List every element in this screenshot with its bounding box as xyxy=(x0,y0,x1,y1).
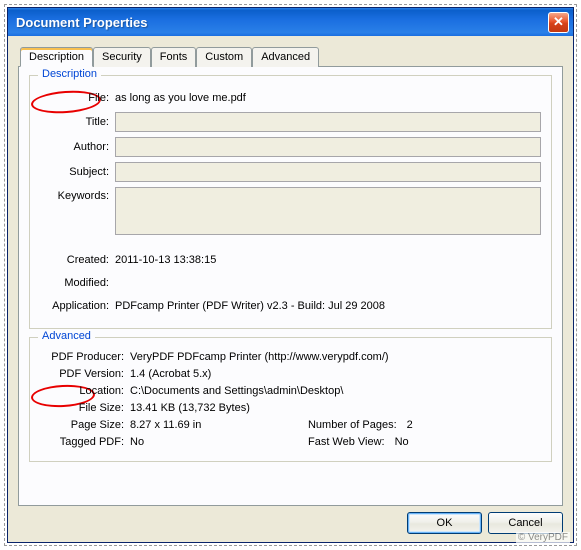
label-created: Created: xyxy=(40,254,115,266)
value-version: 1.4 (Acrobat 5.x) xyxy=(130,368,541,380)
value-fastweb: No xyxy=(391,436,411,448)
cancel-button[interactable]: Cancel xyxy=(488,512,563,534)
label-location: Location: xyxy=(40,385,130,397)
label-author: Author: xyxy=(40,141,115,153)
value-filesize: 13.41 KB (13,732 Bytes) xyxy=(130,402,541,414)
label-modified: Modified: xyxy=(40,277,115,289)
value-file: as long as you love me.pdf xyxy=(115,92,541,104)
window-title: Document Properties xyxy=(16,15,147,30)
title-field[interactable] xyxy=(115,112,541,132)
label-producer: PDF Producer: xyxy=(40,351,130,363)
value-numpages: 2 xyxy=(403,419,423,431)
label-tagged: Tagged PDF: xyxy=(40,436,130,448)
label-title: Title: xyxy=(40,116,115,128)
label-numpages: Number of Pages: xyxy=(308,419,403,431)
document-properties-window: Document Properties ✕ Description Securi… xyxy=(7,7,574,543)
label-pagesize: Page Size: xyxy=(40,419,130,431)
tab-advanced[interactable]: Advanced xyxy=(252,47,319,67)
label-file: File: xyxy=(40,92,115,104)
value-pagesize: 8.27 x 11.69 in xyxy=(130,419,308,431)
label-filesize: File Size: xyxy=(40,402,130,414)
label-subject: Subject: xyxy=(40,166,115,178)
label-fastweb: Fast Web View: xyxy=(308,436,391,448)
watermark-text: © VeryPDF xyxy=(516,532,570,543)
tab-panel-description: Description File: as long as you love me… xyxy=(18,66,563,506)
titlebar[interactable]: Document Properties ✕ xyxy=(8,8,573,36)
subject-field[interactable] xyxy=(115,162,541,182)
value-tagged: No xyxy=(130,436,308,448)
groupbox-title-advanced: Advanced xyxy=(38,330,95,342)
value-producer: VeryPDF PDFcamp Printer (http://www.very… xyxy=(130,351,541,363)
label-application: Application: xyxy=(40,300,115,312)
ok-button[interactable]: OK xyxy=(407,512,482,534)
author-field[interactable] xyxy=(115,137,541,157)
value-location: C:\Documents and Settings\admin\Desktop\ xyxy=(130,385,541,397)
value-application: PDFcamp Printer (PDF Writer) v2.3 - Buil… xyxy=(115,300,541,312)
groupbox-title-description: Description xyxy=(38,68,101,80)
dialog-buttons: OK Cancel xyxy=(18,506,563,534)
groupbox-advanced: Advanced PDF Producer: VeryPDF PDFcamp P… xyxy=(29,337,552,462)
label-keywords: Keywords: xyxy=(40,187,115,202)
tab-description[interactable]: Description xyxy=(20,47,93,67)
value-created: 2011-10-13 13:38:15 xyxy=(115,254,541,266)
tab-security[interactable]: Security xyxy=(93,47,151,67)
groupbox-description: Description File: as long as you love me… xyxy=(29,75,552,329)
label-version: PDF Version: xyxy=(40,368,130,380)
tabstrip: Description Security Fonts Custom Advanc… xyxy=(20,46,563,66)
keywords-field[interactable] xyxy=(115,187,541,235)
client-area: Description Security Fonts Custom Advanc… xyxy=(8,36,573,542)
close-icon[interactable]: ✕ xyxy=(548,12,569,33)
tab-fonts[interactable]: Fonts xyxy=(151,47,197,67)
tab-custom[interactable]: Custom xyxy=(196,47,252,67)
